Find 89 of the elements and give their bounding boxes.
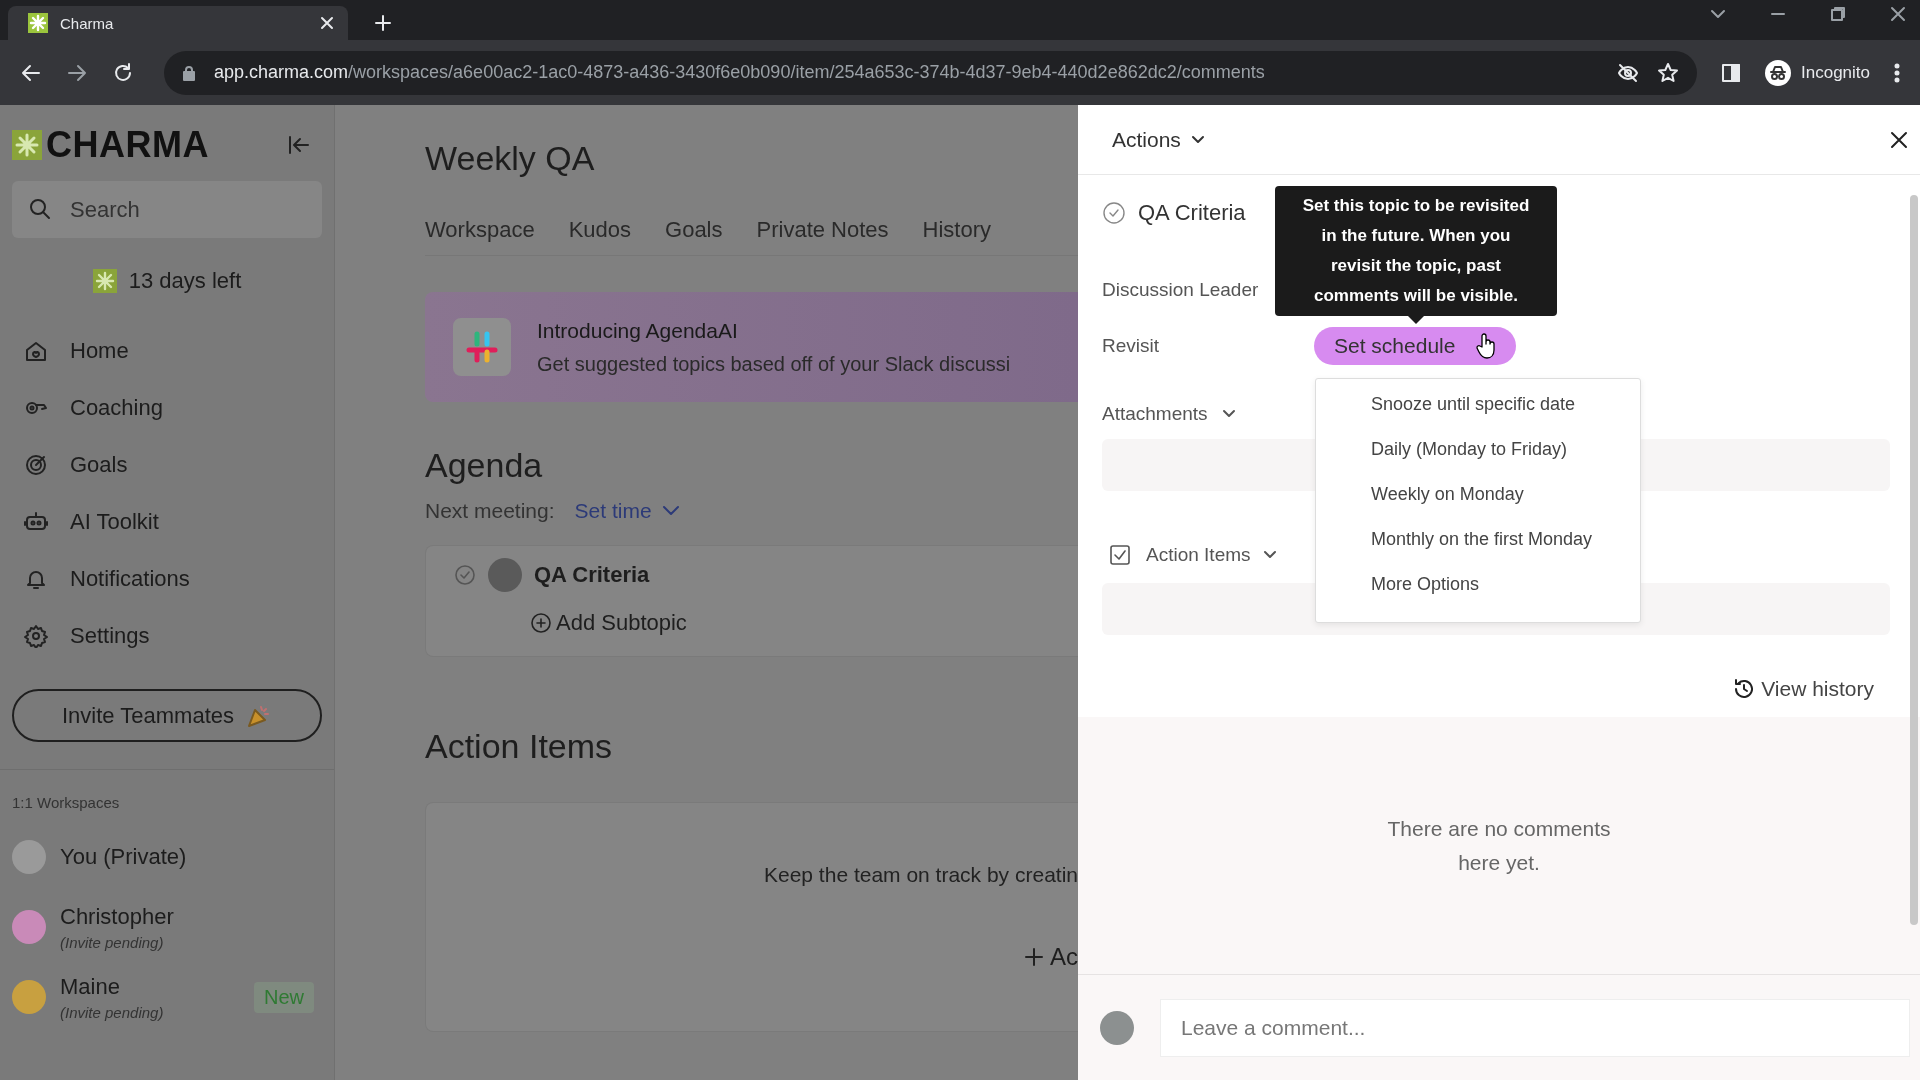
tooltip-pointer [1408,316,1424,324]
menu-item[interactable]: More Options [1371,571,1640,597]
scrollbar[interactable] [1910,195,1918,925]
page-title: Weekly QA [425,139,596,179]
invite-status: (Invite pending) [60,933,165,951]
avatar [488,558,522,592]
sidebar-item[interactable]: AI Toolkit [12,502,322,542]
asterisk-logo-icon [12,130,42,160]
action-items-toggle[interactable]: Action Items [1146,544,1277,566]
kebab-menu-icon[interactable] [1894,62,1900,83]
plus-circle-icon [530,612,552,634]
history-icon [1733,678,1756,700]
tab[interactable]: Private Notes [756,217,889,243]
field-label: Discussion Leader [1102,279,1260,301]
section-heading: Agenda [425,446,544,485]
check-circle-icon[interactable] [1102,201,1126,225]
eye-off-icon[interactable] [1617,62,1639,83]
workspace-name: You (Private) [60,844,188,870]
avatar [1100,1010,1134,1045]
view-history-link[interactable]: View history [1733,677,1874,701]
tab-title: Charma [60,14,115,32]
chevron-down-icon [1221,409,1236,419]
tab[interactable]: Workspace [425,217,535,243]
field-label: Revisit [1102,335,1160,357]
workspace-name: Maine [60,973,121,1000]
new-badge: New [254,981,314,1013]
sidebar-item[interactable]: Notifications [12,559,322,599]
section-heading: Action Items [425,727,614,766]
asterisk-logo-icon [28,13,48,33]
add-action-item-button[interactable]: Ac [1024,943,1078,971]
tooltip: Set this topic to be revisited in the future. When you revisit the topic, past comments will be visible. [1275,186,1557,316]
sidebar-item[interactable]: Goals [12,445,322,485]
workspace-name: Christopher [60,903,175,930]
chevron-down-icon [1190,134,1205,145]
tab[interactable]: Goals [665,217,723,243]
set-time-dropdown[interactable]: Set time [574,499,680,523]
sidebar-item[interactable]: Coaching [12,388,322,428]
attachments-toggle[interactable]: Attachments [1102,399,1236,429]
side-panel-icon[interactable] [1721,62,1741,83]
plus-icon[interactable] [374,14,392,32]
star-icon[interactable] [1657,61,1679,84]
lock-icon [182,64,196,81]
meeting-label: Next meeting: [425,499,555,523]
set-schedule-button[interactable]: Set schedule [1314,327,1516,365]
banner[interactable]: Introducing AgendaAI Get suggested topics based off of your Slack discussi [425,292,1078,402]
hand-cursor-icon [1475,333,1497,361]
incognito-icon [1765,59,1791,86]
menu-item[interactable]: Daily (Monday to Friday) [1371,436,1640,462]
section-label: 1:1 Workspaces [12,794,121,811]
menu-item[interactable]: Monthly on the first Monday [1371,526,1640,552]
comment-field[interactable]: Leave a comment... [1160,998,1910,1057]
search-field[interactable]: Search [12,181,322,238]
empty-state-text: Keep the team on track by creatin [764,863,1078,887]
topic-title: QA Criteria [1138,200,1246,226]
topic-title[interactable]: QA Criteria [534,562,650,588]
collapse-sidebar-icon[interactable] [288,135,310,155]
actions-dropdown[interactable]: Actions [1112,127,1205,152]
restore-icon[interactable] [1830,6,1846,22]
close-icon[interactable] [1890,130,1908,149]
menu-item[interactable]: Weekly on Monday [1371,481,1640,507]
chevron-down-icon [661,504,680,518]
tab[interactable]: Kudos [568,217,632,243]
banner-title: Introducing AgendaAI [537,318,739,343]
sidebar-item[interactable]: Home [12,331,322,371]
profile-label: Incognito [1801,62,1870,83]
target-icon [24,453,48,477]
chevron-down-icon [1262,550,1277,560]
address-bar[interactable]: app.charma.com/workspaces/a6e00ac2-1ac0-4873-a436-3430f6e0b090/item/254a653c-374b-4d37-9eb4-440d2e862dc2/comments [164,50,1697,95]
colorful-hash-icon [465,330,499,364]
invite-status: (Invite pending) [60,1003,165,1021]
settings-icon [24,624,48,648]
check-circle-icon[interactable] [454,564,476,586]
menu-item[interactable]: Snooze until specific date [1371,391,1640,417]
empty-comments-text: There are no comments here yet. [1386,815,1612,876]
home-icon [24,339,48,363]
trial-text: 13 days left [128,268,242,294]
banner-text: Get suggested topics based off of your Slack discussi [537,352,1011,376]
browser-tab[interactable]: Charma [8,6,348,40]
add-subtopic-button[interactable]: Add Subtopic [530,610,687,636]
sidebar-item[interactable]: Settings [12,616,322,656]
checkbox[interactable] [1108,543,1132,567]
asterisk-logo-icon [92,269,117,293]
close-icon[interactable] [1890,6,1906,22]
reload-icon[interactable] [112,61,134,84]
tab[interactable]: History [922,217,992,243]
invite-button[interactable]: Invite Teammates [12,689,322,742]
plus-icon [1024,947,1044,967]
url-text: app.charma.com/workspaces/a6e00ac2-1ac0-4873-a436-3430f6e0b090/item/254a653c-374b-4d37-9eb4-440d2e862dc2/comments [214,62,1265,83]
logo-text: CHARMA [46,124,209,166]
